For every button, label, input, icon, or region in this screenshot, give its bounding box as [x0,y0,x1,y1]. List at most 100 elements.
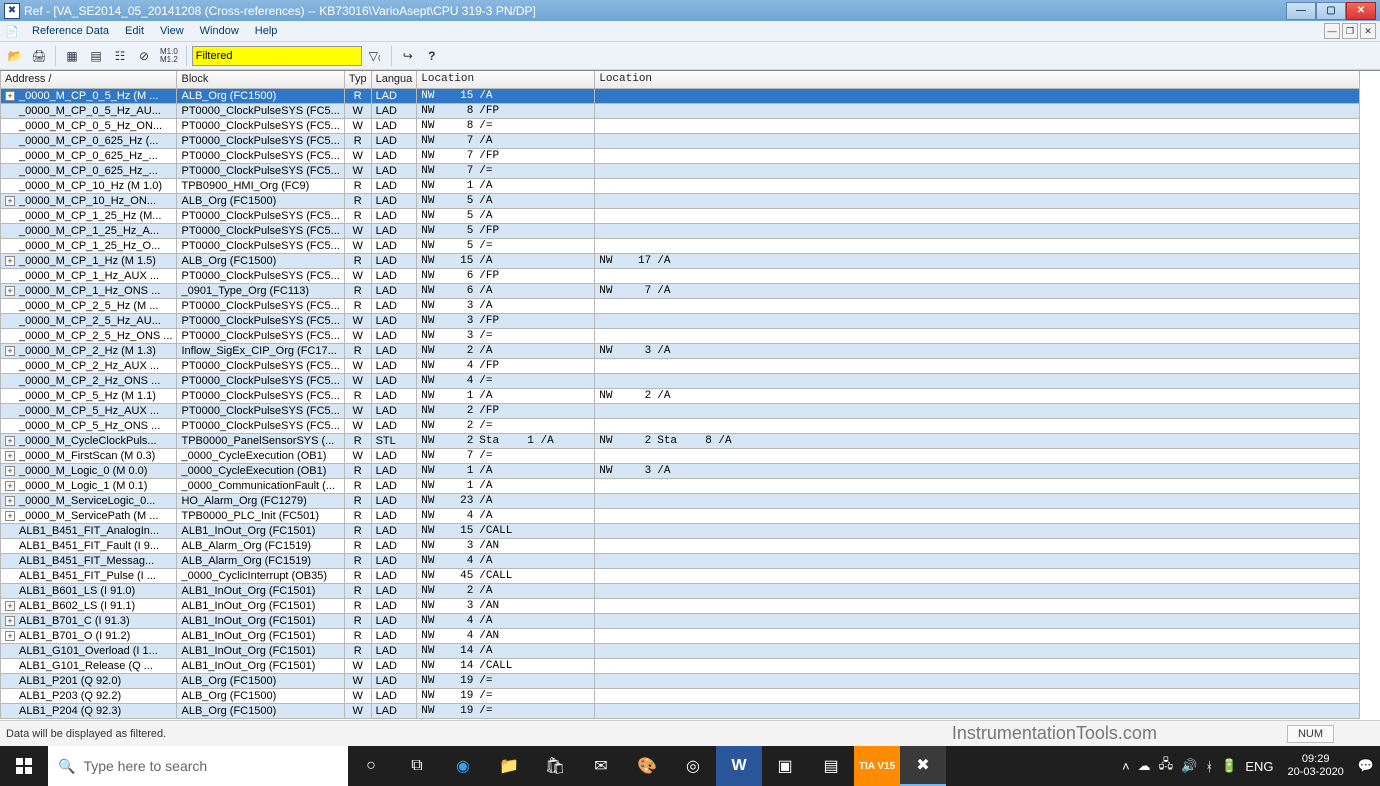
tool-print[interactable]: 🖨 [28,45,50,67]
table-row[interactable]: +_0000_M_ServicePath (M ...TPB0000_PLC_I… [1,508,1360,523]
table-row[interactable]: +_0000_M_CP_10_Hz_ON...ALB_Org (FC1500)R… [1,193,1360,208]
table-row[interactable]: +_0000_M_CP_5_Hz_ONS ...PT0000_ClockPuls… [1,418,1360,433]
tool-goto[interactable]: ↪ [397,45,419,67]
table-row[interactable]: +_0000_M_CP_1_Hz (M 1.5)ALB_Org (FC1500)… [1,253,1360,268]
table-row[interactable]: +_0000_M_CP_1_Hz_ONS ..._0901_Type_Org (… [1,283,1360,298]
table-row[interactable]: +_0000_M_CP_1_Hz_AUX ...PT0000_ClockPuls… [1,268,1360,283]
mdi-close[interactable]: ✕ [1360,23,1376,39]
expand-icon[interactable]: + [5,256,15,266]
table-row[interactable]: +ALB1_B701_O (I 91.2)ALB1_InOut_Org (FC1… [1,628,1360,643]
tray-network[interactable]: 🖧 [1159,755,1174,777]
table-row[interactable]: +_0000_M_CP_2_5_Hz (M ...PT0000_ClockPul… [1,298,1360,313]
table-row[interactable]: +_0000_M_CP_0_625_Hz_...PT0000_ClockPuls… [1,148,1360,163]
table-row[interactable]: +ALB1_P203 (Q 92.2)ALB_Org (FC1500)WLADN… [1,688,1360,703]
tray-volume[interactable]: 🔊 [1181,758,1197,774]
mdi-minimize[interactable]: — [1324,23,1340,39]
explorer-icon[interactable]: 📁 [486,746,532,786]
menu-help[interactable]: Help [247,23,286,39]
simatic1-icon[interactable]: ▣ [762,746,808,786]
tray-notifications[interactable]: 💬 [1358,758,1374,774]
col-block[interactable]: Block [177,71,344,88]
tool-open[interactable]: 📂 [4,45,26,67]
table-row[interactable]: +ALB1_B451_FIT_Pulse (I ..._0000_CyclicI… [1,568,1360,583]
table-row[interactable]: +_0000_M_Logic_0 (M 0.0)_0000_CycleExecu… [1,463,1360,478]
expand-icon[interactable]: + [5,196,15,206]
filter-apply-button[interactable]: ▽₍ [364,45,386,67]
taskbar-search[interactable]: 🔍 Type here to search [48,746,348,786]
chrome-icon[interactable]: ◎ [670,746,716,786]
close-button[interactable]: ✕ [1346,2,1376,20]
tray-chevron[interactable]: ˄ [1122,759,1130,774]
table-row[interactable]: +_0000_M_CP_0_5_Hz (M ...ALB_Org (FC1500… [1,88,1360,103]
col-address[interactable]: Address / [1,71,177,88]
tool-crossref[interactable]: ▦ [61,45,83,67]
table-row[interactable]: +ALB1_B451_FIT_AnalogIn...ALB1_InOut_Org… [1,523,1360,538]
table-row[interactable]: +_0000_M_CP_0_625_Hz_...PT0000_ClockPuls… [1,163,1360,178]
tool-unused[interactable]: ⊘ [133,45,155,67]
table-row[interactable]: +_0000_M_CP_0_625_Hz (...PT0000_ClockPul… [1,133,1360,148]
tool-programstruct[interactable]: ☷ [109,45,131,67]
table-row[interactable]: +_0000_M_CP_2_5_Hz_AU...PT0000_ClockPuls… [1,313,1360,328]
table-row[interactable]: +ALB1_B451_FIT_Messag...ALB_Alarm_Org (F… [1,553,1360,568]
table-row[interactable]: +ALB1_B601_LS (I 91.0)ALB1_InOut_Org (FC… [1,583,1360,598]
expand-icon[interactable]: + [5,451,15,461]
table-row[interactable]: +_0000_M_FirstScan (M 0.3)_0000_CycleExe… [1,448,1360,463]
expand-icon[interactable]: + [5,91,15,101]
word-icon[interactable]: W [716,746,762,786]
tray-battery[interactable]: 🔋 [1221,758,1237,774]
menu-reference-data[interactable]: Reference Data [24,23,117,39]
expand-icon[interactable]: + [5,481,15,491]
tray-bluetooth[interactable]: ᚼ [1205,759,1213,774]
tray-language[interactable]: ENG [1245,759,1273,774]
table-row[interactable]: +_0000_M_CP_2_Hz_AUX ...PT0000_ClockPuls… [1,358,1360,373]
table-row[interactable]: +ALB1_B701_C (I 91.3)ALB1_InOut_Org (FC1… [1,613,1360,628]
expand-icon[interactable]: + [5,631,15,641]
expand-icon[interactable]: + [5,466,15,476]
table-row[interactable]: +_0000_M_CP_1_25_Hz (M...PT0000_ClockPul… [1,208,1360,223]
table-row[interactable]: +_0000_M_CP_2_Hz_ONS ...PT0000_ClockPuls… [1,373,1360,388]
table-row[interactable]: +_0000_M_CP_1_25_Hz_A...PT0000_ClockPuls… [1,223,1360,238]
cortana-icon[interactable]: ○ [348,746,394,786]
table-row[interactable]: +ALB1_P204 (Q 92.3)ALB_Org (FC1500)WLADN… [1,703,1360,718]
table-row[interactable]: +_0000_M_CP_1_25_Hz_O...PT0000_ClockPuls… [1,238,1360,253]
col-language[interactable]: Langua [371,71,417,88]
menu-window[interactable]: Window [192,23,247,39]
ref-app-icon[interactable]: ✖ [900,746,946,786]
paint-icon[interactable]: 🎨 [624,746,670,786]
taskview-icon[interactable]: ⧉ [394,746,440,786]
table-row[interactable]: +_0000_M_ServiceLogic_0...HO_Alarm_Org (… [1,493,1360,508]
expand-icon[interactable]: + [5,511,15,521]
minimize-button[interactable]: — [1286,2,1316,20]
tool-help[interactable]: ? [421,45,443,67]
table-row[interactable]: +ALB1_B602_LS (I 91.1)ALB1_InOut_Org (FC… [1,598,1360,613]
expand-icon[interactable]: + [5,616,15,626]
mdi-restore[interactable]: ❐ [1342,23,1358,39]
col-location2[interactable]: Location [595,71,1360,88]
expand-icon[interactable]: + [5,346,15,356]
menu-view[interactable]: View [152,23,192,39]
edge-icon[interactable]: ◉ [440,746,486,786]
crossref-table-wrapper[interactable]: Address / Block Typ Langua Location Loca… [0,70,1380,720]
table-row[interactable]: +ALB1_B451_FIT_Fault (I 9...ALB_Alarm_Or… [1,538,1360,553]
simatic2-icon[interactable]: ▤ [808,746,854,786]
table-row[interactable]: +_0000_M_CP_0_5_Hz_ON...PT0000_ClockPuls… [1,118,1360,133]
maximize-button[interactable]: ▢ [1316,2,1346,20]
filter-input[interactable] [192,46,362,66]
expand-icon[interactable]: + [5,436,15,446]
tool-assignment[interactable]: ▤ [85,45,107,67]
tray-onedrive[interactable]: ☁ [1138,758,1151,774]
table-row[interactable]: +_0000_M_CP_5_Hz_AUX ...PT0000_ClockPuls… [1,403,1360,418]
table-row[interactable]: +_0000_M_CP_10_Hz (M 1.0)TPB0900_HMI_Org… [1,178,1360,193]
table-row[interactable]: +_0000_M_Logic_1 (M 0.1)_0000_Communicat… [1,478,1360,493]
table-row[interactable]: +_0000_M_CP_0_5_Hz_AU...PT0000_ClockPuls… [1,103,1360,118]
tray-clock[interactable]: 09:29 20-03-2020 [1282,753,1350,779]
menu-edit[interactable]: Edit [117,23,152,39]
table-row[interactable]: +ALB1_G101_Overload (I 1...ALB1_InOut_Or… [1,643,1360,658]
table-row[interactable]: +_0000_M_CP_5_Hz (M 1.1)PT0000_ClockPuls… [1,388,1360,403]
table-row[interactable]: +_0000_M_CP_2_5_Hz_ONS ...PT0000_ClockPu… [1,328,1360,343]
tool-addresses[interactable]: M1.0M1.2 [157,45,181,67]
expand-icon[interactable]: + [5,601,15,611]
table-row[interactable]: +_0000_M_CycleClockPuls...TPB0000_PanelS… [1,433,1360,448]
tia-portal-icon[interactable]: TIA V15 [854,746,900,786]
start-button[interactable] [0,746,48,786]
